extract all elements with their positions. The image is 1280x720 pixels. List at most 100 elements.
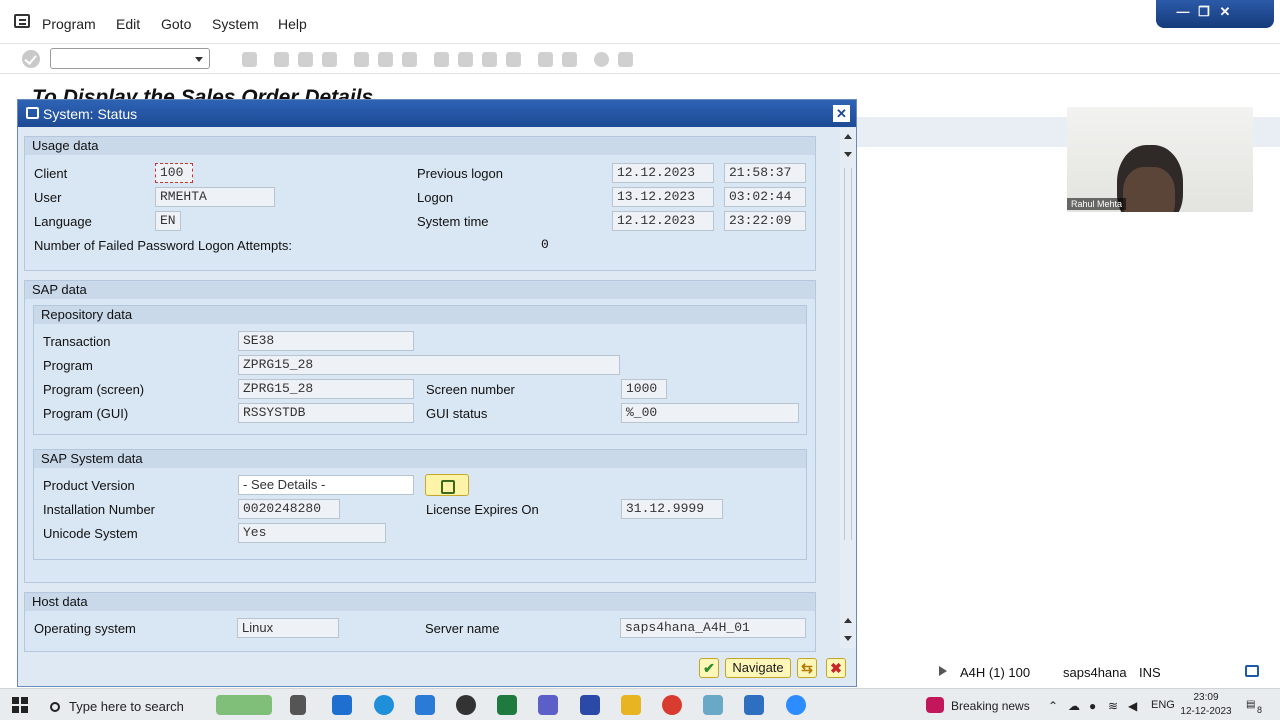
license-expires-field[interactable]: 31.12.9999 [621,499,723,519]
client-field[interactable]: 100 [155,163,193,183]
user-field[interactable]: RMEHTA [155,187,275,207]
sap-system-data-group: SAP System data Product Version - See De… [33,449,807,560]
dialog-close-button[interactable]: ✕ [833,105,850,122]
layout-icon[interactable] [618,52,633,67]
command-field[interactable] [50,48,210,69]
task-view-icon[interactable] [290,695,306,715]
usage-data-header: Usage data [25,137,815,155]
tray-chevron-icon[interactable]: ⌃ [1048,699,1058,713]
logon-time[interactable]: 03:02:44 [724,187,806,207]
mail-icon[interactable] [415,695,435,715]
windows-start-icon[interactable] [12,697,28,713]
system-status-dialog: System: Status ✕ Usage data Client 100 U… [17,99,857,687]
exit-icon[interactable] [298,52,313,67]
print-icon[interactable] [354,52,369,67]
dialog-title: System: Status [43,106,138,122]
enter-icon[interactable] [22,50,40,68]
microphone-icon[interactable]: ● [1089,699,1096,713]
excel-icon[interactable] [497,695,517,715]
menu-goto[interactable]: Goto [161,16,191,32]
file-explorer-icon[interactable] [621,695,641,715]
volume-icon[interactable]: ◀ [1128,699,1137,713]
program-gui-field[interactable]: RSSYSTDB [238,403,414,423]
shortcut-icon[interactable] [562,52,577,67]
menu-program[interactable]: Program [42,16,96,32]
system-time-label: System time [417,214,489,229]
menu-system[interactable]: System [212,16,259,32]
teams-icon[interactable] [538,695,558,715]
status-bar: A4H (1) 100 saps4hana INS [857,658,1280,686]
restore-icon[interactable]: ❐ [1195,4,1213,20]
logon-date[interactable]: 13.12.2023 [612,187,714,207]
scroll-up-icon[interactable] [844,618,852,623]
dialog-title-bar: System: Status ✕ [18,100,856,127]
next-page-icon[interactable] [482,52,497,67]
back-icon[interactable] [274,52,289,67]
previous-logon-label: Previous logon [417,166,503,181]
last-page-icon[interactable] [506,52,521,67]
dell-icon[interactable] [456,695,476,715]
operating-system-field[interactable]: Linux [237,618,339,638]
scroll-down-icon[interactable] [844,636,852,641]
status-expand-icon[interactable] [939,666,947,676]
zoom-icon[interactable] [786,695,806,715]
program-screen-field[interactable]: ZPRG15_28 [238,379,414,399]
screen-number-field[interactable]: 1000 [621,379,667,399]
installation-number-field[interactable]: 0020248280 [238,499,340,519]
find-next-icon[interactable] [402,52,417,67]
dialog-icon [26,107,39,119]
program-field[interactable]: ZPRG15_28 [238,355,620,375]
lock-icon[interactable] [1245,665,1259,677]
unicode-system-field[interactable]: Yes [238,523,386,543]
failed-attempts-label: Number of Failed Password Logon Attempts… [34,238,292,253]
app-icon[interactable] [703,695,723,715]
server-name-field[interactable]: saps4hana_A4H_01 [620,618,806,638]
participant-name: Rahul Mehta [1067,198,1127,210]
scrollbar-thumb[interactable] [844,168,852,540]
help-icon[interactable] [594,52,609,67]
scroll-up-icon[interactable] [844,134,852,139]
menu-edit[interactable]: Edit [116,16,140,32]
new-session-icon[interactable] [538,52,553,67]
first-page-icon[interactable] [434,52,449,67]
taskbar-search[interactable]: Type here to search [50,699,184,714]
system-date[interactable]: 12.12.2023 [612,211,714,231]
cloud-icon[interactable]: ☁ [1068,699,1080,713]
news-label[interactable]: Breaking news [951,699,1030,713]
scroll-down-icon[interactable] [844,152,852,157]
confirm-button[interactable]: ✔ [699,658,719,678]
transaction-field[interactable]: SE38 [238,331,414,351]
language-field[interactable]: EN [155,211,181,231]
previous-logon-date[interactable]: 12.12.2023 [612,163,714,183]
cancel-button[interactable]: ✖ [826,658,846,678]
navigate-button[interactable]: Navigate [725,658,791,678]
close-icon[interactable]: ✕ [1216,4,1234,20]
copy-button[interactable]: ⇆ [797,658,817,678]
status-system[interactable]: A4H (1) 100 [960,665,1030,680]
gui-status-field[interactable]: %_00 [621,403,799,423]
wifi-icon[interactable]: ≋ [1108,699,1118,713]
previous-page-icon[interactable] [458,52,473,67]
notifications-icon[interactable]: ▤ [1246,699,1255,710]
edge-icon[interactable] [374,695,394,715]
product-details-button[interactable] [425,474,469,496]
sap-gui-icon[interactable] [744,695,764,715]
previous-logon-time[interactable]: 21:58:37 [724,163,806,183]
find-icon[interactable] [378,52,393,67]
language-indicator[interactable]: ENG [1151,699,1175,711]
cancel-icon[interactable] [322,52,337,67]
system-time[interactable]: 23:22:09 [724,211,806,231]
save-icon[interactable] [242,52,257,67]
menu-help[interactable]: Help [278,16,307,32]
vertical-scrollbar[interactable] [840,128,856,648]
sap-logon-icon[interactable] [580,695,600,715]
unicode-system-label: Unicode System [43,526,138,541]
chrome-icon[interactable] [662,695,682,715]
chevron-down-icon[interactable] [195,57,203,62]
search-highlight-icon [216,695,272,715]
minimize-icon[interactable]: — [1174,4,1192,20]
sap-menu-icon[interactable] [14,14,30,28]
taskbar-clock[interactable]: 23:09 12-12-2023 [1180,691,1232,719]
store-icon[interactable] [332,695,352,715]
product-version-field[interactable]: - See Details - [238,475,414,495]
